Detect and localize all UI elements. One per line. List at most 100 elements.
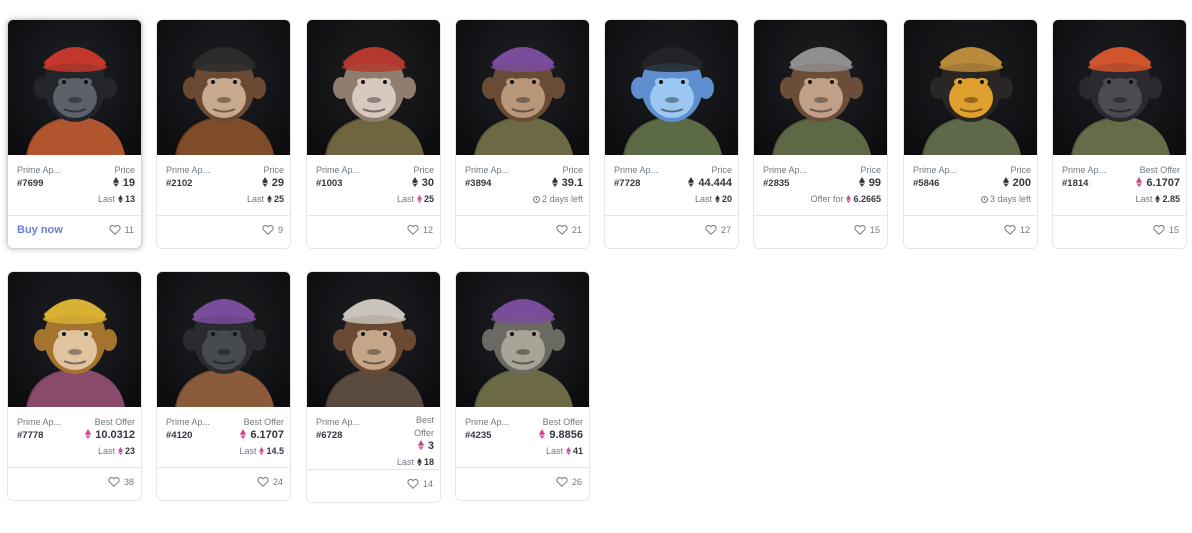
token-id: #6728: [316, 430, 343, 441]
favorite-button[interactable]: 21: [556, 224, 582, 235]
nft-info: Prime Ap... #4235 Best Offer 9.8856 Last…: [456, 407, 589, 470]
collection-name[interactable]: Prime Ap...: [1062, 165, 1117, 175]
token-id: #7728: [614, 178, 641, 189]
eth-icon: [411, 177, 418, 187]
nft-card[interactable]: Prime Ap... #7728 Price 44.444 Last 20 27: [604, 19, 739, 249]
favorite-count: 21: [571, 224, 582, 235]
clock-icon: [532, 196, 540, 203]
last-label: Last: [97, 446, 115, 456]
favorite-button[interactable]: 12: [1004, 224, 1030, 235]
card-footer: 14: [307, 469, 440, 502]
favorite-button[interactable]: 14: [407, 478, 433, 489]
nft-image[interactable]: [157, 272, 290, 407]
nft-image[interactable]: [456, 272, 589, 407]
favorite-button[interactable]: 24: [257, 476, 283, 487]
card-footer: 26: [456, 467, 589, 500]
favorite-button[interactable]: 11: [109, 224, 134, 235]
card-footer: 15: [1053, 215, 1186, 248]
favorite-button[interactable]: 15: [854, 224, 880, 235]
price-value: 200: [1002, 177, 1031, 189]
card-footer: 24: [157, 467, 290, 500]
token-id: #7778: [17, 430, 44, 441]
heart-icon: [705, 224, 717, 235]
favorite-count: 27: [720, 224, 731, 235]
last-sale: Offer for 6.2665: [811, 194, 881, 204]
collection-name[interactable]: Prime Ap...: [465, 417, 520, 427]
price-label: Best Offer: [1139, 165, 1180, 175]
time-left: 3 days left: [989, 194, 1031, 204]
last-value: 2.85: [1162, 194, 1180, 204]
nft-image[interactable]: [8, 272, 141, 407]
nft-image[interactable]: [8, 20, 141, 155]
collection-name[interactable]: Prime Ap...: [913, 165, 968, 175]
price-label-line: Best: [415, 415, 434, 425]
favorite-button[interactable]: 9: [262, 224, 283, 235]
collection-name[interactable]: Prime Ap...: [166, 165, 221, 175]
favorite-count: 38: [123, 476, 134, 487]
last-sale: Last 18: [397, 457, 434, 467]
favorite-count: 12: [1019, 224, 1030, 235]
price-label: Best Offer: [94, 417, 135, 427]
eth-icon: [715, 195, 720, 203]
nft-card[interactable]: Prime Ap... #2835 Price 99 Offer for 6.26…: [753, 19, 888, 249]
collection-name[interactable]: Prime Ap...: [17, 165, 72, 175]
nft-card[interactable]: Prime Ap... #4235 Best Offer 9.8856 Last…: [455, 271, 590, 501]
nft-card[interactable]: Prime Ap... #7778 Best Offer 10.0312 Las…: [7, 271, 142, 501]
collection-name[interactable]: Prime Ap...: [316, 417, 371, 427]
favorite-button[interactable]: 12: [407, 224, 433, 235]
collection-name[interactable]: Prime Ap...: [614, 165, 669, 175]
nft-card[interactable]: Prime Ap... #1814 Best Offer 6.1707 Last…: [1052, 19, 1187, 249]
price-value: 10.0312: [85, 429, 135, 441]
last-sale: Last 13: [98, 194, 135, 204]
collection-name[interactable]: Prime Ap...: [763, 165, 818, 175]
nft-card[interactable]: Prime Ap... #3894 Price 39.1 2 days left…: [455, 19, 590, 249]
price-label-line: Offer: [414, 428, 434, 438]
heart-icon: [854, 224, 866, 235]
nft-info: Prime Ap... #6728 Best Offer 3 Last 18: [307, 407, 440, 470]
last-label: Last: [1135, 194, 1153, 204]
nft-card[interactable]: Prime Ap... #1003 Price 30 Last 25 12: [306, 19, 441, 249]
nft-image[interactable]: [904, 20, 1037, 155]
nft-image[interactable]: [157, 20, 290, 155]
nft-card[interactable]: Prime Ap... #5846 Price 200 3 days left …: [903, 19, 1038, 249]
heart-icon: [556, 224, 568, 235]
collection-name[interactable]: Prime Ap...: [17, 417, 72, 427]
nft-image[interactable]: [456, 20, 589, 155]
nft-info: Prime Ap... #4120 Best Offer 6.1707 Last…: [157, 407, 290, 470]
buy-now-button[interactable]: Buy now: [17, 224, 63, 236]
favorite-count: 11: [124, 224, 134, 235]
price-label: Price: [263, 165, 284, 175]
nft-image[interactable]: [605, 20, 738, 155]
nft-image[interactable]: [754, 20, 887, 155]
nft-info: Prime Ap... #1814 Best Offer 6.1707 Last…: [1053, 155, 1186, 218]
favorite-button[interactable]: 26: [556, 476, 582, 487]
price-label: Price: [711, 165, 732, 175]
eth-icon: [261, 177, 268, 187]
price-label: Best Offer: [243, 417, 284, 427]
favorite-button[interactable]: 38: [108, 476, 134, 487]
nft-card[interactable]: Prime Ap... #4120 Best Offer 6.1707 Last…: [156, 271, 291, 501]
heart-icon: [1153, 224, 1165, 235]
favorite-button[interactable]: 15: [1153, 224, 1179, 235]
nft-card[interactable]: Prime Ap... #7699 Price 19 Last 13 11 Buy…: [7, 19, 142, 249]
nft-info: Prime Ap... #1003 Price 30 Last 25: [307, 155, 440, 218]
favorite-button[interactable]: 27: [705, 224, 731, 235]
collection-name[interactable]: Prime Ap...: [166, 417, 221, 427]
nft-image[interactable]: [307, 272, 440, 407]
last-value: 6.2665: [853, 194, 881, 204]
card-footer: 21: [456, 215, 589, 248]
eth-icon: [112, 177, 119, 187]
last-label: Last: [396, 457, 414, 467]
nft-card[interactable]: Prime Ap... #6728 Best Offer 3 Last 18 14: [306, 271, 441, 503]
collection-name[interactable]: Prime Ap...: [465, 165, 520, 175]
nft-image[interactable]: [1053, 20, 1186, 155]
nft-image[interactable]: [307, 20, 440, 155]
token-id: #4120: [166, 430, 193, 441]
collection-name[interactable]: Prime Ap...: [316, 165, 371, 175]
eth-icon: [688, 177, 695, 187]
price-label: Price: [1010, 165, 1031, 175]
price-amount: 30: [421, 177, 434, 189]
nft-card[interactable]: Prime Ap... #2102 Price 29 Last 25 9: [156, 19, 291, 249]
last-sale: 2 days left: [532, 194, 583, 204]
price-label: Best Offer: [404, 414, 434, 440]
